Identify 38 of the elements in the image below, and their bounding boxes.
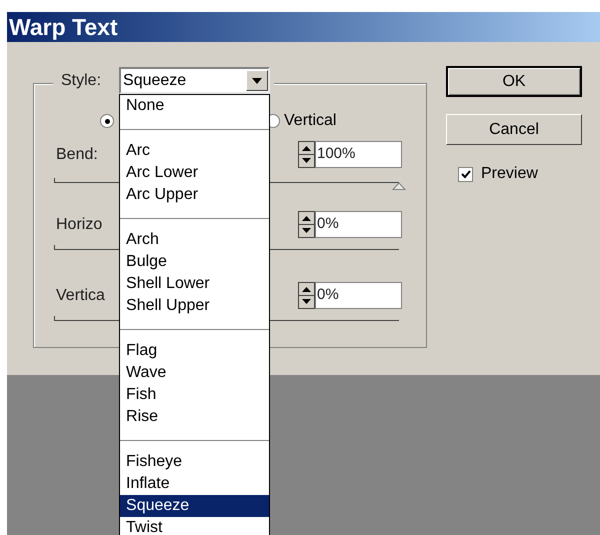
menu-item[interactable]: Fish	[120, 384, 270, 406]
menu-item[interactable]: Shell Upper	[120, 295, 270, 317]
style-label: Style:	[61, 70, 102, 90]
slider-label: Vertica	[56, 286, 105, 306]
menu-item[interactable]: Arc Upper	[120, 184, 270, 206]
caret-icon	[252, 78, 262, 84]
slider-thumb[interactable]	[392, 182, 406, 190]
dropdown-arrow-button[interactable]	[246, 70, 268, 91]
menu-item[interactable]: Arc	[120, 140, 270, 162]
slider-label: Horizo	[56, 214, 102, 234]
radio-button[interactable]	[100, 114, 114, 128]
slider-label: Bend:	[56, 144, 98, 164]
menu-item[interactable]: Bulge	[120, 251, 270, 273]
menu-item[interactable]: Inflate	[120, 473, 270, 495]
check-icon	[460, 170, 470, 178]
menu-item[interactable]: None	[120, 95, 270, 117]
radio-label: Vertical	[284, 111, 336, 131]
spinner-icon[interactable]	[298, 141, 315, 168]
ok-button[interactable]: OK	[446, 66, 582, 97]
menu-item[interactable]: Twist	[120, 517, 270, 535]
style-dropdown[interactable]: Squeeze	[119, 67, 270, 94]
menu-item[interactable]: Rise	[120, 406, 270, 428]
menu-item[interactable]: Arc Lower	[120, 162, 270, 184]
value-field[interactable]: 0%	[315, 211, 402, 238]
menu-item[interactable]: Fisheye	[120, 451, 270, 473]
spinner-icon[interactable]	[298, 211, 315, 238]
menu-item[interactable]: Shell Lower	[120, 273, 270, 295]
menu-item[interactable]: Arch	[120, 229, 270, 251]
menu-item[interactable]: Squeeze	[120, 495, 270, 517]
window-title: Warp Text	[9, 12, 118, 42]
value-field[interactable]: 0%	[315, 282, 402, 309]
spinner-icon[interactable]	[298, 282, 315, 309]
preview-label: Preview	[481, 164, 538, 184]
menu-item[interactable]: Wave	[120, 362, 270, 384]
value-field[interactable]: 100%	[315, 141, 402, 168]
preview-checkbox[interactable]	[458, 166, 473, 182]
cancel-button[interactable]: Cancel	[446, 114, 582, 145]
menu-item[interactable]: Flag	[120, 340, 270, 362]
